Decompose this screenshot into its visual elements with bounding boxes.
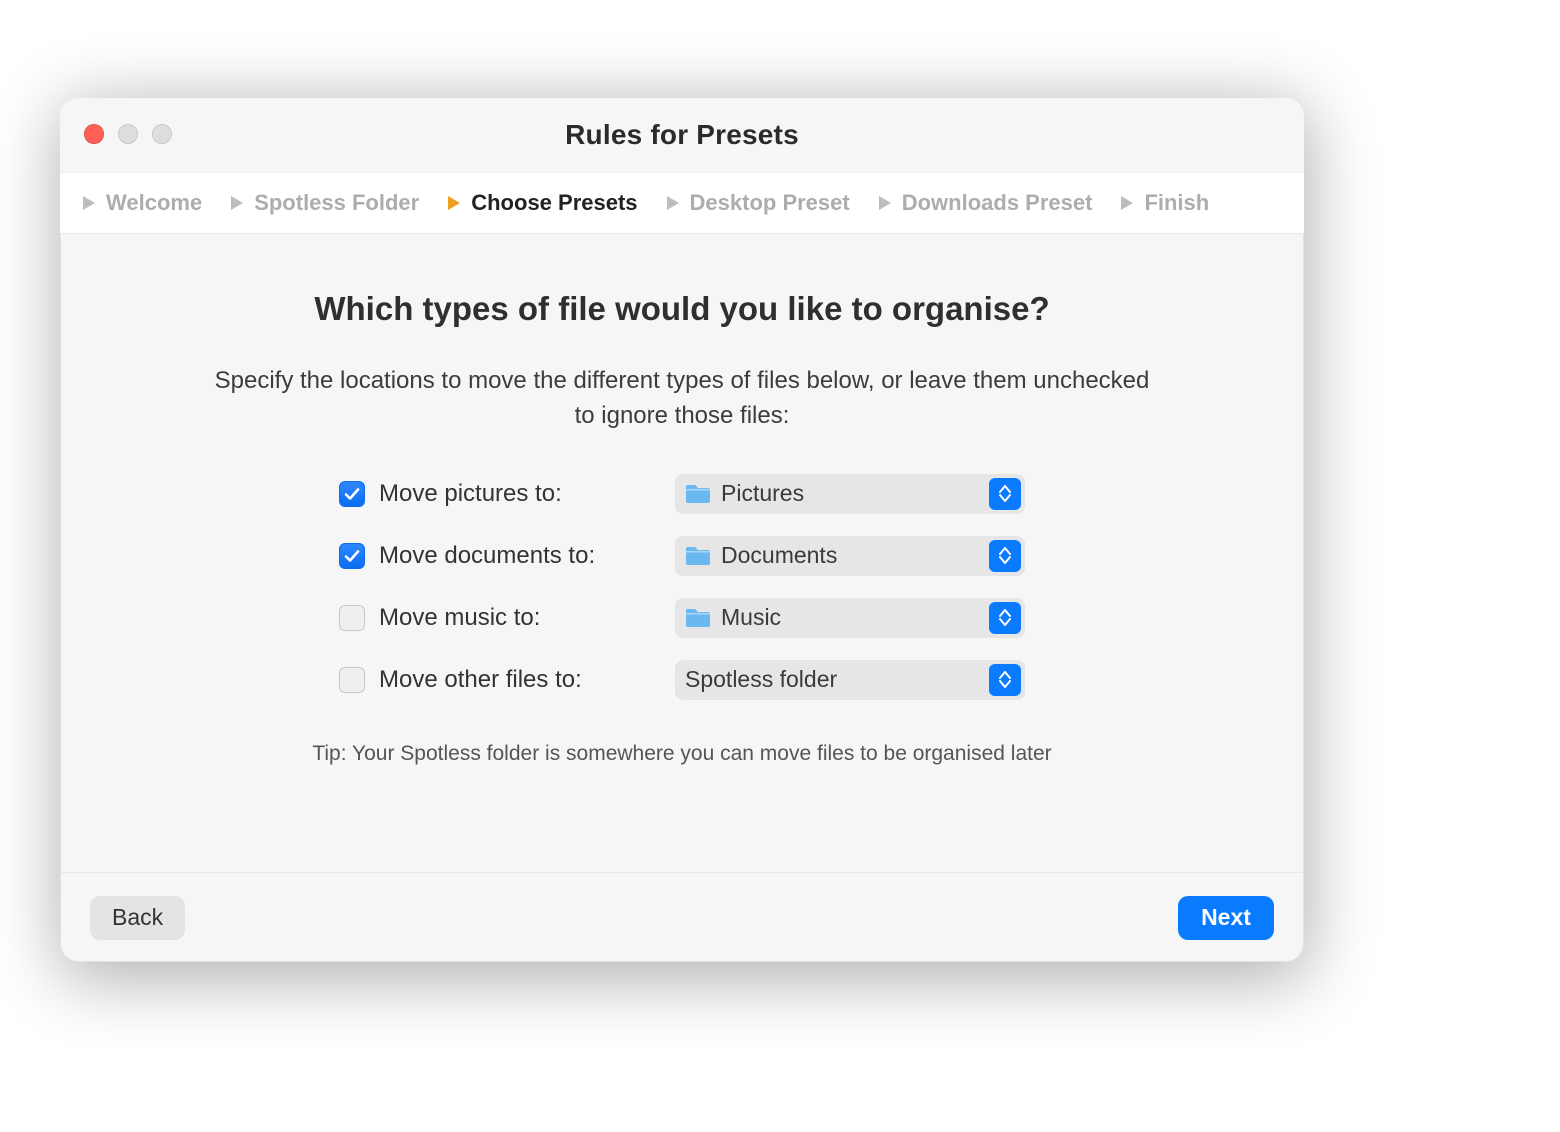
rules-list: Move pictures to: Pictures Move documents … — [140, 474, 1224, 700]
play-arrow-icon — [666, 195, 680, 211]
rule-checkbox[interactable] — [339, 667, 365, 693]
window: Rules for Presets Welcome Spotless Folder… — [60, 98, 1304, 962]
step-label: Spotless Folder — [254, 190, 419, 216]
play-arrow-icon — [878, 195, 892, 211]
rule-row: Move music to: Music — [339, 598, 1025, 638]
step-label: Welcome — [106, 190, 202, 216]
step-bar: Welcome Spotless Folder Choose Presets Desk… — [60, 172, 1304, 234]
body: Which types of file would you like to or… — [60, 234, 1304, 766]
destination-value: Music — [721, 604, 781, 631]
rule-label: Move pictures to: — [379, 480, 562, 508]
destination-select[interactable]: Spotless folder — [675, 660, 1025, 700]
step-label: Desktop Preset — [690, 190, 850, 216]
rule-row: Move documents to: Documents — [339, 536, 1025, 576]
chevron-up-down-icon — [989, 540, 1021, 572]
folder-icon — [685, 546, 711, 566]
rule-left: Move other files to: — [339, 666, 639, 694]
rule-checkbox[interactable] — [339, 605, 365, 631]
rule-label: Move other files to: — [379, 666, 582, 694]
rule-left: Move pictures to: — [339, 480, 639, 508]
bottom-bar: Back Next — [60, 872, 1304, 962]
step-spotless-folder[interactable]: Spotless Folder — [230, 190, 419, 216]
destination-value: Documents — [721, 542, 837, 569]
chevron-up-down-icon — [989, 478, 1021, 510]
step-label: Downloads Preset — [902, 190, 1093, 216]
page-heading: Which types of file would you like to or… — [140, 290, 1224, 328]
rule-checkbox[interactable] — [339, 481, 365, 507]
step-desktop-preset[interactable]: Desktop Preset — [666, 190, 850, 216]
destination-select[interactable]: Documents — [675, 536, 1025, 576]
destination-value: Pictures — [721, 480, 804, 507]
destination-select[interactable]: Music — [675, 598, 1025, 638]
step-label: Finish — [1144, 190, 1209, 216]
rule-label: Move music to: — [379, 604, 540, 632]
titlebar: Rules for Presets — [60, 98, 1304, 172]
play-arrow-icon — [230, 195, 244, 211]
play-arrow-icon — [447, 195, 461, 211]
rule-left: Move documents to: — [339, 542, 639, 570]
rule-row: Move other files to: Spotless folder — [339, 660, 1025, 700]
destination-select[interactable]: Pictures — [675, 474, 1025, 514]
rule-label: Move documents to: — [379, 542, 595, 570]
page-subhead: Specify the locations to move the differ… — [202, 364, 1162, 434]
step-finish[interactable]: Finish — [1120, 190, 1209, 216]
step-welcome[interactable]: Welcome — [82, 190, 202, 216]
rule-checkbox[interactable] — [339, 543, 365, 569]
folder-icon — [685, 608, 711, 628]
rule-left: Move music to: — [339, 604, 639, 632]
folder-icon — [685, 484, 711, 504]
chevron-up-down-icon — [989, 602, 1021, 634]
window-title: Rules for Presets — [60, 98, 1304, 171]
play-arrow-icon — [1120, 195, 1134, 211]
step-downloads-preset[interactable]: Downloads Preset — [878, 190, 1093, 216]
back-button[interactable]: Back — [90, 896, 185, 940]
step-label: Choose Presets — [471, 190, 637, 216]
tip-text: Tip: Your Spotless folder is somewhere y… — [140, 742, 1224, 766]
play-arrow-icon — [82, 195, 96, 211]
step-choose-presets[interactable]: Choose Presets — [447, 190, 637, 216]
destination-value: Spotless folder — [685, 666, 837, 693]
rule-row: Move pictures to: Pictures — [339, 474, 1025, 514]
chevron-up-down-icon — [989, 664, 1021, 696]
next-button[interactable]: Next — [1178, 896, 1274, 940]
